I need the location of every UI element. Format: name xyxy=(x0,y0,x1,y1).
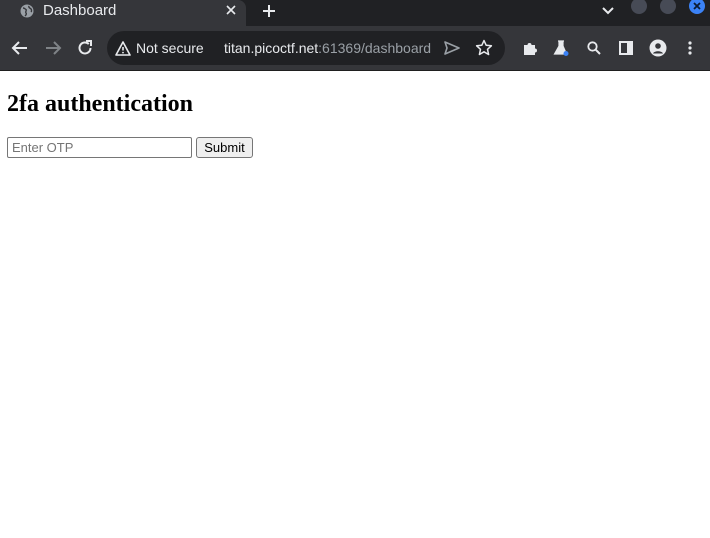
labs-flask-icon[interactable] xyxy=(550,37,572,59)
side-panel-icon[interactable] xyxy=(615,37,637,59)
reload-icon[interactable] xyxy=(74,37,96,59)
page-title: 2fa authentication xyxy=(7,91,193,117)
url-path: :61369/dashboard xyxy=(318,40,432,56)
url-text[interactable]: titan.picoctf.net:61369/dashboard xyxy=(224,40,431,56)
page-content: 2fa authentication Submit xyxy=(0,71,710,538)
window-maximize-button[interactable] xyxy=(660,0,676,14)
security-indicator[interactable]: Not secure xyxy=(115,38,204,58)
tab-dashboard[interactable]: Dashboard xyxy=(0,0,246,26)
more-menu-icon[interactable] xyxy=(679,37,701,59)
window-close-button[interactable] xyxy=(689,0,705,14)
window-minimize-button[interactable] xyxy=(631,0,647,14)
bookmark-star-icon[interactable] xyxy=(473,37,495,59)
browser-toolbar: Not secure titan.picoctf.net:61369/dashb… xyxy=(0,26,710,71)
chevron-down-icon[interactable] xyxy=(598,2,618,20)
search-icon[interactable] xyxy=(583,37,605,59)
submit-button[interactable]: Submit xyxy=(196,137,253,158)
globe-icon xyxy=(19,3,35,19)
forward-arrow-icon[interactable] xyxy=(42,37,64,59)
profile-avatar-icon[interactable] xyxy=(647,37,669,59)
extensions-puzzle-icon[interactable] xyxy=(519,37,541,59)
otp-input[interactable] xyxy=(7,137,192,158)
url-host: titan.picoctf.net xyxy=(224,40,319,56)
back-arrow-icon[interactable] xyxy=(9,37,31,59)
tab-strip: Dashboard xyxy=(0,0,710,26)
new-tab-plus-icon[interactable] xyxy=(259,1,279,21)
warning-icon xyxy=(115,40,131,56)
send-icon[interactable] xyxy=(441,37,463,59)
tab-title: Dashboard xyxy=(43,2,117,19)
close-icon xyxy=(693,2,701,10)
close-icon[interactable] xyxy=(222,1,240,19)
security-label: Not secure xyxy=(136,40,204,56)
